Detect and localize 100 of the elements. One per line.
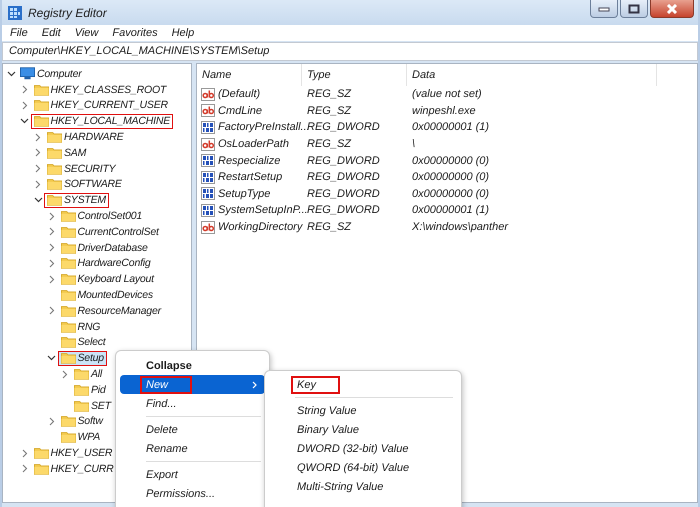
column-header[interactable]: Name [197,64,302,86]
maximize-button[interactable] [620,0,648,18]
value-data: 0x00000000 (0) [411,171,490,184]
tree-item[interactable]: SYSTEM [44,192,109,208]
tree-item[interactable]: HKEY_CLASSES_ROOT [30,82,170,98]
chevron-right-icon[interactable] [48,416,54,426]
folder-icon [34,99,48,112]
chevron-right-icon[interactable] [48,258,54,268]
menu-item[interactable]: Rename [120,439,265,458]
menu-bar-item[interactable]: View [74,27,98,39]
close-button[interactable] [650,0,694,18]
chevron-right-icon[interactable] [48,227,54,236]
window-title: Registry Editor [28,6,107,20]
tree-item[interactable]: MountedDevices [58,288,156,303]
tree-item[interactable]: Setup [58,350,107,366]
registry-editor-icon [8,6,22,20]
menu-item[interactable]: String Value [269,401,457,420]
tree-item[interactable]: HardwareConfig [58,256,154,271]
value-data: winpeshl.exe [411,104,477,117]
menu-item[interactable]: Delete [120,420,265,439]
menu-item[interactable]: Permissions... [120,484,265,503]
chevron-right-icon[interactable] [35,164,41,174]
value-name: SetupType [218,188,270,200]
column-header[interactable]: Data [407,64,657,86]
value-data: 0x00000001 (1) [411,121,490,134]
folder-icon [47,162,62,175]
tree-item[interactable]: ResourceManager [58,303,164,318]
chevron-right-icon[interactable] [22,464,28,474]
chevron-right-icon[interactable] [48,212,54,221]
menu-bar-item[interactable]: Help [172,27,194,39]
menu-item[interactable]: QWORD (64-bit) Value [269,458,457,477]
chevron-down-icon[interactable] [47,355,56,362]
tree-item[interactable]: SOFTWARE [44,176,125,192]
menu-item[interactable]: Binary Value [269,420,457,439]
menu-item[interactable]: Export [120,465,265,484]
menu-item[interactable]: Collapse [120,356,265,375]
tree-item[interactable]: RNG [58,319,104,334]
menu-item[interactable]: New [120,375,265,394]
tree-item[interactable]: Softw [58,414,106,429]
chevron-right-icon[interactable] [35,132,41,142]
folder-icon [60,320,76,333]
tree-item[interactable]: CurrentControlSet [58,224,162,240]
menu-bar-item[interactable]: Edit [42,27,61,39]
chevron-right-icon[interactable] [48,243,54,252]
value-name: (Default) [218,88,260,100]
menu-bar-item[interactable]: Favorites [112,27,158,39]
tree-item[interactable]: SECURITY [44,161,118,176]
tree-item[interactable]: HKEY_USER [30,446,116,461]
tree-item[interactable]: All [71,366,106,382]
tree-item[interactable]: ControlSet001 [58,208,146,224]
tree-item[interactable]: HKEY_CURR [30,461,116,476]
folder-icon [74,368,89,380]
tree-item[interactable]: DriverDatabase [58,240,151,256]
chevron-down-icon[interactable] [6,70,16,77]
tree-item[interactable]: Select [58,334,108,350]
value-name: RestartSetup [218,171,282,184]
chevron-right-icon[interactable] [62,370,68,379]
folder-icon [34,447,48,460]
tree-item[interactable]: WPA [58,430,104,445]
chevron-right-icon[interactable] [22,100,28,110]
value-type: REG_SZ [306,88,352,100]
tree-item[interactable]: Pid [71,382,109,398]
close-icon [666,4,678,14]
folder-icon [60,226,76,238]
folder-icon [60,352,76,364]
chevron-right-icon[interactable] [35,180,41,189]
maximize-icon [628,4,640,14]
chevron-right-icon[interactable] [22,85,28,94]
address-field[interactable]: Computer\HKEY_LOCAL_MACHINE\SYSTEM\Setup [2,42,698,61]
folder-icon [47,131,62,144]
tree-item[interactable]: HKEY_CURRENT_USER [30,98,171,113]
value-name: OsLoaderPath [218,138,289,150]
tree-item[interactable]: HKEY_LOCAL_MACHINE [30,114,174,129]
tree-item[interactable]: SAM [44,145,90,160]
menu-item[interactable]: Key [269,375,457,394]
chevron-down-icon[interactable] [34,197,42,204]
tree-item[interactable]: HARDWARE [44,130,126,145]
column-header[interactable]: Type [302,64,407,86]
chevron-right-icon[interactable] [35,148,41,158]
chevron-right-icon[interactable] [48,306,54,316]
menu-item[interactable]: Multi-String Value [269,477,457,496]
value-data: \ [411,138,416,150]
chevron-down-icon[interactable] [20,118,29,124]
menu-item[interactable]: DWORD (32-bit) Value [269,439,457,458]
minimize-button[interactable] [590,0,618,18]
value-data: 0x00000001 (1) [411,204,490,216]
tree-item[interactable]: Computer [17,66,85,82]
tree-item[interactable]: Keyboard Layout [58,272,157,287]
folder-icon [60,273,76,286]
menu-item[interactable]: Find... [120,394,265,413]
value-type: REG_DWORD [306,188,381,200]
tree-item[interactable]: SET [71,398,114,414]
chevron-right-icon[interactable] [48,274,54,284]
folder-icon [34,84,48,96]
folder-icon [60,289,76,302]
value-data: X:\windows\panther [411,221,510,234]
chevron-right-icon[interactable] [22,448,28,458]
menu-bar-item[interactable]: File [10,27,28,39]
folder-icon [60,257,76,270]
minimize-icon [598,6,610,12]
